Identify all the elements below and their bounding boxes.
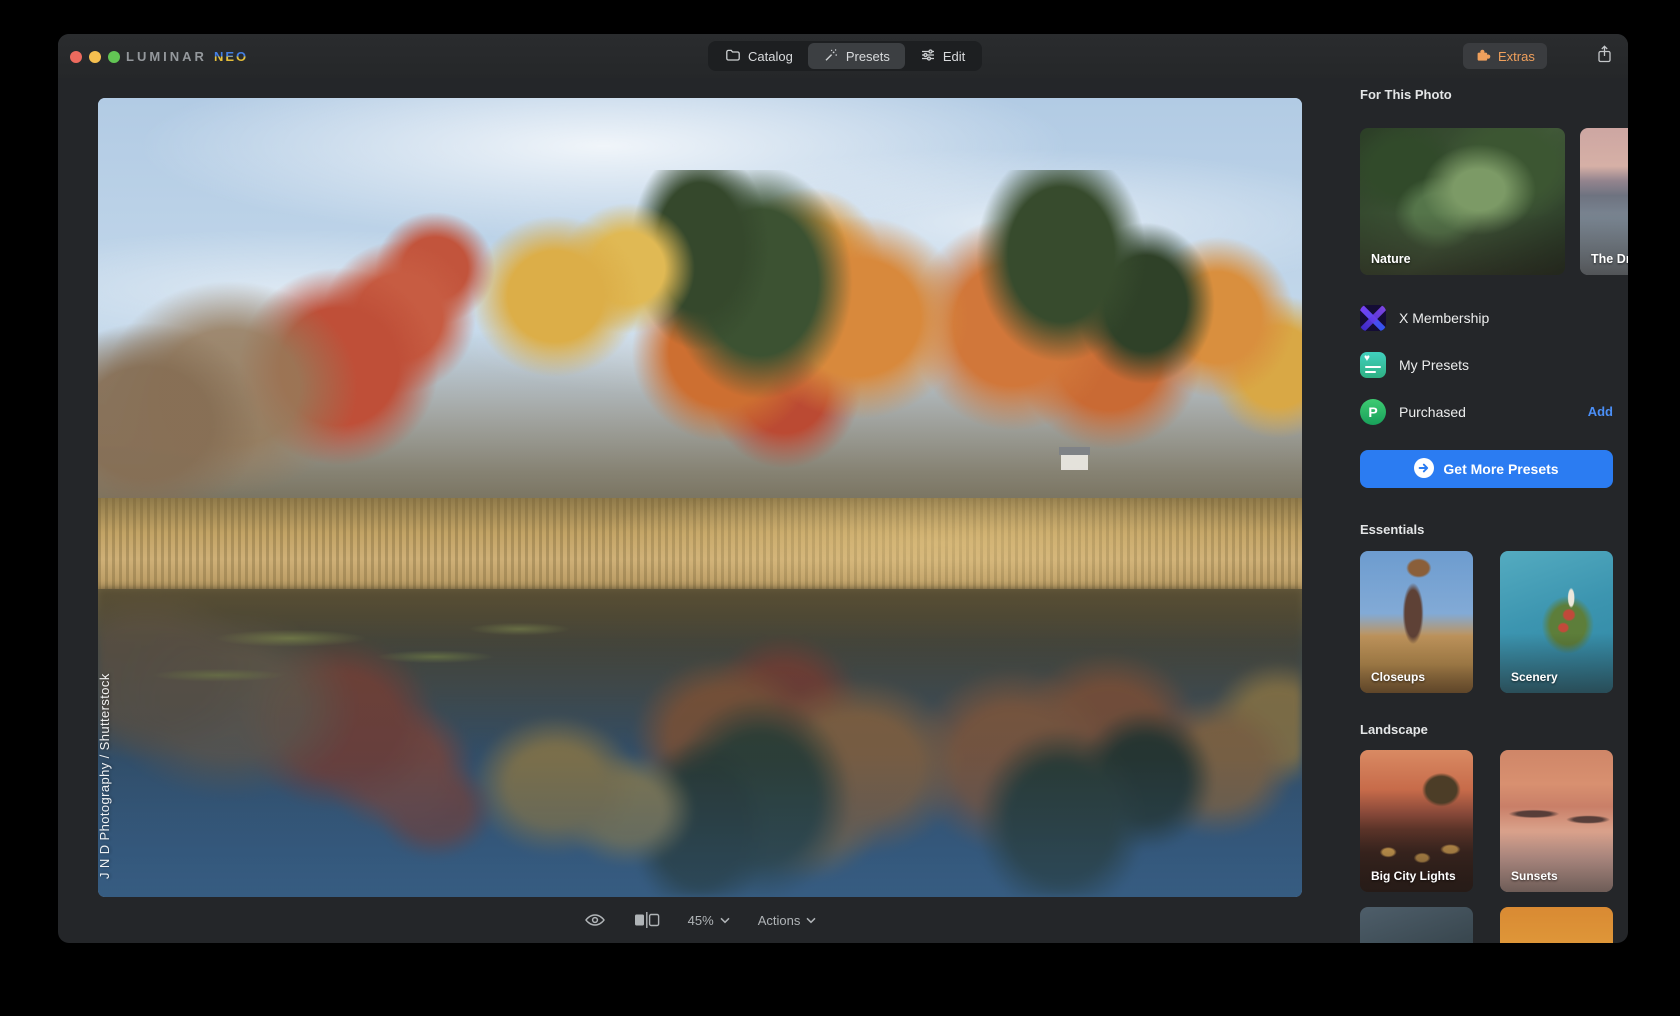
preset-label: Big City Lights [1371,869,1456,883]
x-membership-icon [1360,305,1386,331]
preset-card-partial-2[interactable] [1500,907,1613,943]
traffic-lights [70,51,120,63]
tab-catalog-label: Catalog [748,49,793,64]
tab-catalog[interactable]: Catalog [710,43,808,69]
menu-item-x-membership[interactable]: X Membership [1360,294,1613,341]
for-this-photo-row: Nature The Dro [1360,128,1628,275]
photo-reeds [98,498,1302,598]
preview-toggle-button[interactable] [584,912,606,928]
compare-button[interactable] [634,912,660,928]
preset-label: Scenery [1511,670,1558,684]
my-presets-icon: ♥ [1360,352,1386,378]
menu-item-purchased[interactable]: P Purchased Add [1360,388,1613,435]
tab-presets[interactable]: Presets [808,43,905,69]
landscape-title: Landscape [1360,722,1428,737]
zoom-level-value: 45% [688,913,714,928]
chevron-down-icon [806,917,816,924]
photo-canvas[interactable]: J N D Photography / Shutterstock [98,98,1302,897]
tab-edit[interactable]: Edit [905,43,980,69]
puzzle-icon [1475,47,1491,66]
lily-pads [98,589,1302,897]
extras-label: Extras [1498,49,1535,64]
mode-tab-group: Catalog Presets [708,41,982,71]
before-after-icon [634,912,660,928]
zoom-window-button[interactable] [108,51,120,63]
get-more-presets-button[interactable]: Get More Presets [1360,450,1613,488]
menu-item-my-presets[interactable]: ♥ My Presets [1360,341,1613,388]
add-purchased-link[interactable]: Add [1588,404,1613,419]
photo-house [1061,454,1088,470]
preset-thumb-the-dro[interactable]: The Dro [1580,128,1628,275]
preset-card-scenery[interactable]: Scenery [1500,551,1613,693]
landscape-row-partial [1360,907,1613,943]
share-icon [1596,44,1613,69]
presets-menu: X Membership ♥ My Presets P Purchased Ad… [1360,294,1613,435]
essentials-row: Closeups Scenery [1360,551,1613,693]
preset-card-big-city-lights[interactable]: Big City Lights [1360,750,1473,892]
arrow-circle-icon [1414,458,1434,481]
bottom-toolbar: 45% Actions [98,897,1302,943]
chevron-down-icon [720,917,730,924]
eye-icon [584,912,606,928]
preset-label: Nature [1371,252,1411,266]
actions-label: Actions [758,913,801,928]
photo-treeline [98,170,1302,522]
zoom-level-dropdown[interactable]: 45% [688,913,730,928]
sliders-icon [920,47,936,66]
preset-label: The Dro [1591,252,1628,266]
close-window-button[interactable] [70,51,82,63]
preset-card-closeups[interactable]: Closeups [1360,551,1473,693]
actions-dropdown[interactable]: Actions [758,913,817,928]
preset-card-sunsets[interactable]: Sunsets [1500,750,1613,892]
app-logo: LUMINAR NEO [126,34,248,78]
get-more-presets-label: Get More Presets [1443,461,1558,477]
share-button[interactable] [1592,43,1616,69]
essentials-title: Essentials [1360,522,1424,537]
minimize-window-button[interactable] [89,51,101,63]
preset-label: Sunsets [1511,869,1558,883]
preset-card-partial-1[interactable] [1360,907,1473,943]
for-this-photo-title: For This Photo [1360,87,1452,102]
logo-luminar: LUMINAR [126,49,207,64]
photo-watermark: J N D Photography / Shutterstock [98,673,112,879]
tab-presets-label: Presets [846,49,890,64]
preset-thumb-nature[interactable]: Nature [1360,128,1565,275]
folder-icon [725,47,741,66]
logo-neo: NEO [214,49,248,64]
photo-water [98,589,1302,897]
extras-button[interactable]: Extras [1463,43,1547,69]
app-window: LUMINAR NEO Catalog [58,34,1628,943]
preset-label: Closeups [1371,670,1425,684]
purchased-icon: P [1360,399,1386,425]
landscape-row: Big City Lights Sunsets [1360,750,1613,892]
title-bar: LUMINAR NEO Catalog [58,34,1628,78]
tab-edit-label: Edit [943,49,965,64]
magic-wand-icon [823,47,839,66]
